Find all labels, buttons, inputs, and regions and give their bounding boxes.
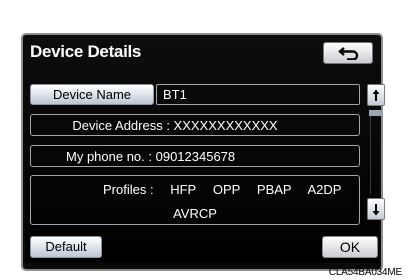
profiles-row: Profiles : HFP OPP PBAP A2DP AVRCP [30, 175, 360, 225]
device-name-value: BT1 [156, 84, 360, 105]
scrollbar-track[interactable] [369, 110, 383, 194]
phone-number-text: My phone no. : 09012345678 [66, 148, 236, 164]
scroll-down-icon [372, 204, 380, 216]
profiles-label: Profiles : [103, 182, 154, 197]
phone-number-row: My phone no. : 09012345678 [30, 145, 360, 167]
page-title: Device Details [30, 42, 142, 61]
profile-item: OPP [212, 182, 241, 197]
scrollbar-thumb[interactable] [369, 110, 383, 116]
ok-button[interactable]: OK [322, 236, 378, 258]
back-button[interactable] [323, 42, 373, 64]
scroll-down-button[interactable] [367, 198, 385, 220]
default-button[interactable]: Default [30, 236, 102, 258]
device-address-row: Device Address : XXXXXXXXXXXX [30, 114, 360, 136]
device-name-button[interactable]: Device Name [30, 84, 154, 105]
profile-item: A2DP [307, 182, 342, 197]
return-arrow-icon [338, 47, 359, 60]
scroll-up-icon [372, 89, 380, 101]
profile-item: AVRCP [173, 206, 217, 221]
profile-item: HFP [170, 182, 197, 197]
scroll-up-button[interactable] [367, 84, 385, 106]
device-address-text: Device Address : XXXXXXXXXXXX [72, 117, 278, 133]
profile-item: PBAP [256, 182, 292, 197]
image-code: CLA54BA034ME [328, 267, 402, 278]
